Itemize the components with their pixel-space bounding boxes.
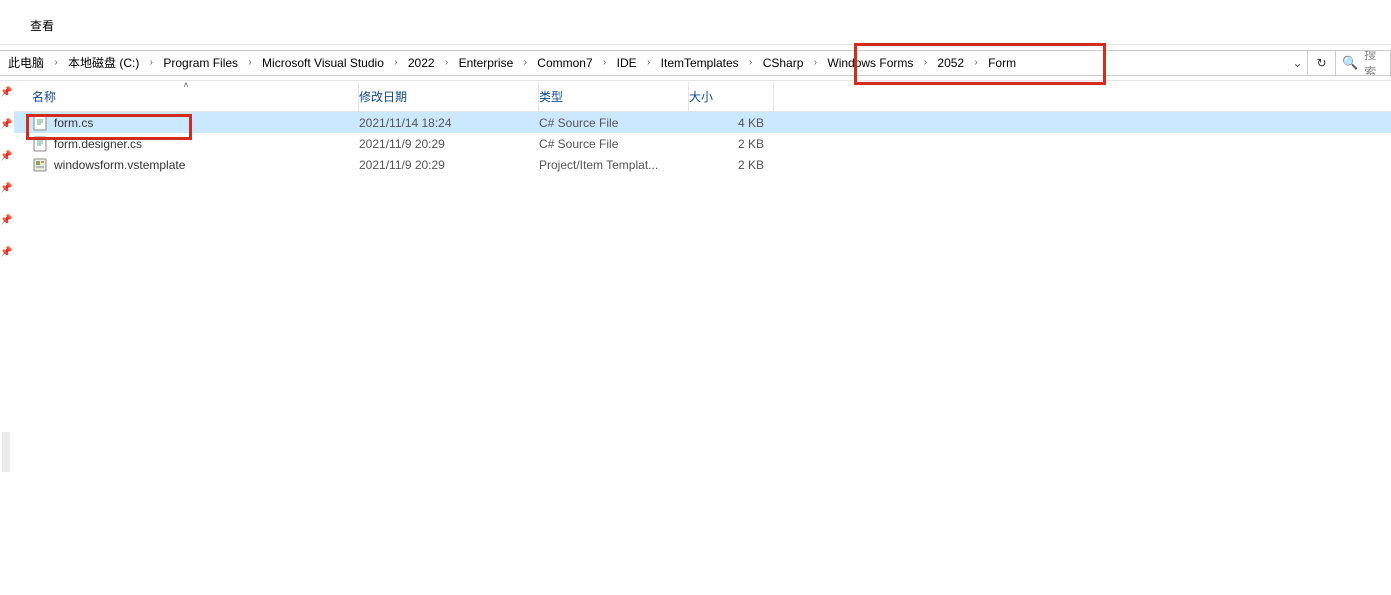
file-size-cell: 4 KB	[689, 116, 774, 130]
pin-icon: 📌	[0, 152, 10, 162]
sort-ascending-icon: ˄	[183, 80, 188, 90]
file-type-cell: C# Source File	[539, 137, 689, 151]
file-date-cell: 2021/11/9 20:29	[359, 137, 539, 151]
file-icon	[32, 157, 48, 173]
crumb-enterprise[interactable]: Enterprise	[453, 51, 520, 75]
pin-icon: 📌	[0, 216, 10, 226]
search-icon: 🔍	[1342, 55, 1358, 71]
chevron-right-icon[interactable]: ›	[519, 57, 531, 68]
crumb-windows-forms[interactable]: Windows Forms	[821, 51, 919, 75]
table-row[interactable]: form.designer.cs 2021/11/9 20:29C# Source…	[14, 133, 1391, 154]
column-header-name-label: 名称	[32, 88, 56, 105]
file-name-label: form.cs	[54, 116, 93, 130]
chevron-right-icon[interactable]: ›	[244, 57, 256, 68]
crumb-drive-c[interactable]: 本地磁盘 (C:)	[62, 51, 145, 75]
file-size-cell: 2 KB	[689, 158, 774, 172]
column-header-size[interactable]: 大小	[689, 82, 774, 111]
crumb-this-pc[interactable]: 此电脑	[2, 51, 50, 75]
file-name-cell[interactable]: form.designer.cs	[14, 136, 359, 152]
file-name-label: windowsform.vstemplate	[54, 158, 185, 172]
chevron-right-icon[interactable]: ›	[809, 57, 821, 68]
pin-icon: 📌	[0, 88, 10, 98]
file-name-label: form.designer.cs	[54, 137, 142, 151]
chevron-right-icon[interactable]: ›	[643, 57, 655, 68]
file-date-cell: 2021/11/9 20:29	[359, 158, 539, 172]
ribbon-tabs: 查看	[0, 0, 1391, 45]
column-header-type[interactable]: 类型	[539, 82, 689, 111]
refresh-icon: ↻	[1316, 56, 1326, 70]
chevron-right-icon[interactable]: ›	[745, 57, 757, 68]
column-headers: ˄ 名称 修改日期 类型 大小	[14, 82, 1391, 112]
address-bar-row: 此电脑› 本地磁盘 (C:)› Program Files› Microsoft…	[0, 45, 1391, 81]
crumb-itemtemplates[interactable]: ItemTemplates	[655, 51, 745, 75]
column-header-date[interactable]: 修改日期	[359, 82, 539, 111]
chevron-right-icon[interactable]: ›	[145, 57, 157, 68]
crumb-ide[interactable]: IDE	[611, 51, 643, 75]
search-input[interactable]: 🔍 搜索	[1336, 50, 1391, 76]
chevron-right-icon[interactable]: ›	[50, 57, 62, 68]
crumb-form[interactable]: Form	[982, 51, 1022, 75]
pin-icon: 📌	[0, 184, 10, 194]
crumb-common7[interactable]: Common7	[531, 51, 598, 75]
pin-icon: 📌	[0, 248, 10, 258]
chevron-down-icon: ⌄	[1292, 56, 1302, 70]
crumb-msvs[interactable]: Microsoft Visual Studio	[256, 51, 390, 75]
breadcrumb-bar[interactable]: 此电脑› 本地磁盘 (C:)› Program Files› Microsoft…	[0, 50, 1308, 76]
chevron-right-icon[interactable]: ›	[599, 57, 611, 68]
pin-icon: 📌	[0, 120, 10, 130]
table-row[interactable]: windowsform.vstemplate 2021/11/9 20:29Pro…	[14, 154, 1391, 175]
crumb-2052[interactable]: 2052	[931, 51, 970, 75]
left-gutter: 📌 📌 📌 📌 📌 📌	[0, 82, 12, 482]
file-icon	[32, 115, 48, 131]
address-history-dropdown[interactable]: ⌄	[1287, 51, 1307, 75]
chevron-right-icon[interactable]: ›	[919, 57, 931, 68]
chevron-right-icon[interactable]: ›	[390, 57, 402, 68]
chevron-right-icon[interactable]: ›	[970, 57, 982, 68]
refresh-button[interactable]: ↻	[1308, 50, 1336, 76]
scroll-thumb[interactable]	[2, 432, 10, 472]
crumb-csharp[interactable]: CSharp	[757, 51, 810, 75]
table-row[interactable]: form.cs 2021/11/14 18:24C# Source File4 K…	[14, 112, 1391, 133]
file-date-cell: 2021/11/14 18:24	[359, 116, 539, 130]
file-type-cell: C# Source File	[539, 116, 689, 130]
file-icon	[32, 136, 48, 152]
chevron-right-icon[interactable]: ›	[441, 57, 453, 68]
file-type-cell: Project/Item Templat...	[539, 158, 689, 172]
file-name-cell[interactable]: windowsform.vstemplate	[14, 157, 359, 173]
crumb-2022[interactable]: 2022	[402, 51, 441, 75]
file-size-cell: 2 KB	[689, 137, 774, 151]
file-list-pane: ˄ 名称 修改日期 类型 大小 form.cs 2021/11/14 18:24C…	[14, 82, 1391, 595]
search-placeholder: 搜索	[1364, 50, 1384, 76]
file-name-cell[interactable]: form.cs	[14, 115, 359, 131]
crumb-program-files[interactable]: Program Files	[157, 51, 244, 75]
column-header-name[interactable]: ˄ 名称	[14, 82, 359, 111]
tab-view[interactable]: 查看	[22, 11, 62, 44]
